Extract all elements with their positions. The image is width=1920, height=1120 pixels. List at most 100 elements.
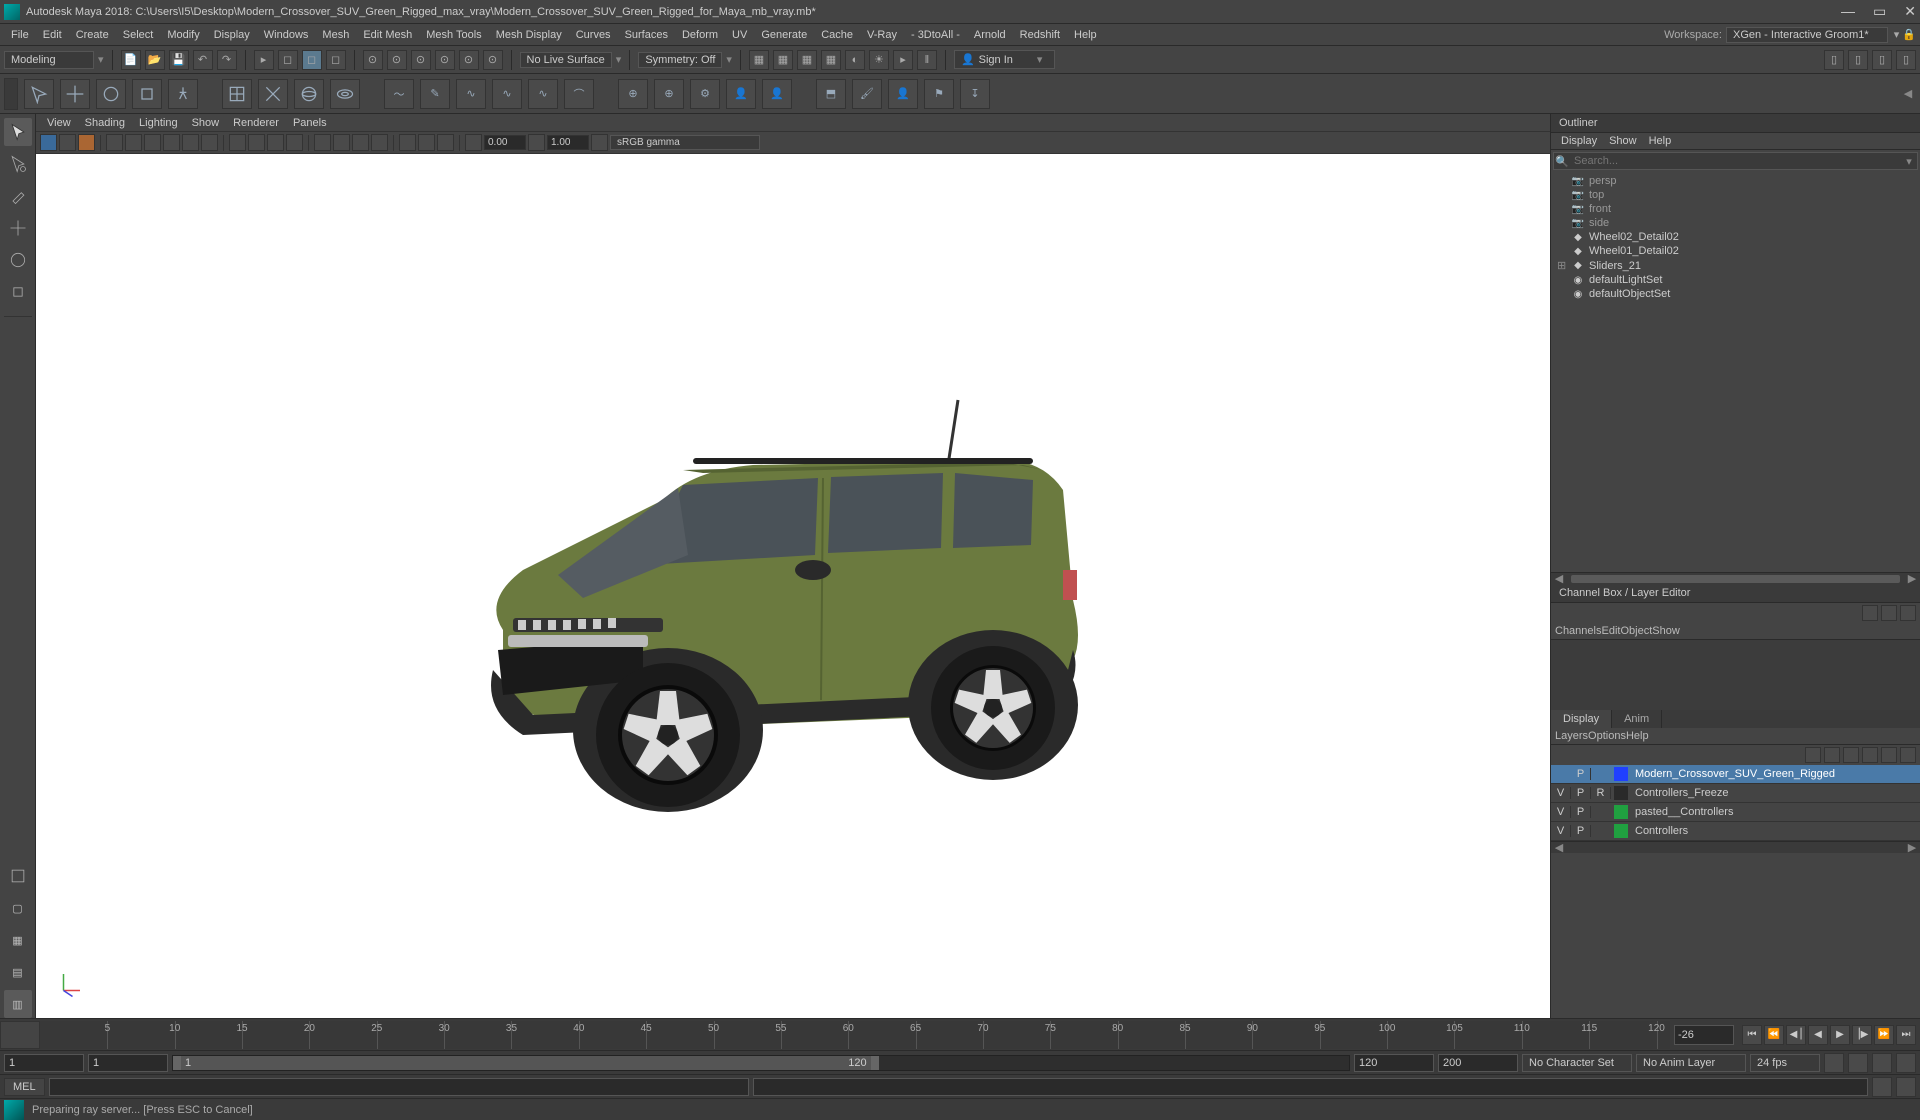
layer-color-swatch[interactable] [1614,805,1628,819]
menu-modify[interactable]: Modify [160,29,206,41]
channelbox-icon-3[interactable] [1900,605,1916,621]
vp-exposure-icon[interactable] [465,134,482,151]
snap-live-button[interactable]: ⊙ [459,50,479,70]
light-editor-button[interactable]: ☀ [869,50,889,70]
lock-icon[interactable]: ▾ 🔒 [1894,28,1916,41]
layer-v-cell[interactable]: V [1551,825,1571,837]
menu--3dtoall-[interactable]: - 3DtoAll - [904,29,967,41]
viewport-3d[interactable] [36,154,1550,1018]
menu-cache[interactable]: Cache [814,29,860,41]
panel-layout-3-button[interactable]: ▯ [1872,50,1892,70]
timeline-track[interactable]: 5101520253035404550556065707580859095100… [40,1021,1670,1049]
layer-color-swatch[interactable] [1614,786,1628,800]
menu-v-ray[interactable]: V-Ray [860,29,904,41]
vp-menu-lighting[interactable]: Lighting [132,117,185,129]
timeline[interactable]: 5101520253035404550556065707580859095100… [0,1018,1920,1050]
layer-move-down-button[interactable] [1824,747,1840,763]
current-frame-field[interactable]: -26 [1674,1025,1734,1045]
layer-p-cell[interactable]: P [1571,825,1591,837]
shelf-rotate-icon[interactable] [96,79,126,109]
menu-edit-mesh[interactable]: Edit Mesh [356,29,419,41]
vp-menu-renderer[interactable]: Renderer [226,117,286,129]
snap-plane-button[interactable]: ⊙ [435,50,455,70]
anim-layer-select[interactable]: No Anim Layer [1636,1054,1746,1072]
play-button[interactable]: ▸ [893,50,913,70]
move-tool[interactable] [4,214,32,242]
menu-create[interactable]: Create [69,29,116,41]
vp-menu-shading[interactable]: Shading [78,117,132,129]
shelf-torus-icon[interactable] [330,79,360,109]
range-thumb[interactable]: 1 120 [173,1056,879,1070]
timeline-grip[interactable] [0,1021,40,1049]
shelf-paint-icon[interactable]: 🖌 [852,79,882,109]
layer-color-swatch[interactable] [1614,824,1628,838]
select-mode-button[interactable]: ▸ [254,50,274,70]
shelf-constraint-icon[interactable]: ⬒ [816,79,846,109]
shelf-sphere-icon[interactable] [294,79,324,109]
vp-gamma-icon[interactable] [528,134,545,151]
vp-bookmark-button[interactable] [59,134,76,151]
lasso-button[interactable]: ◻ [278,50,298,70]
layer-menu-options[interactable]: Options [1588,730,1626,742]
layer-menu-layers[interactable]: Layers [1555,730,1588,742]
paint-select-button[interactable]: ◻ [302,50,322,70]
vp-aa-button[interactable] [371,134,388,151]
vp-gate-mask-button[interactable] [144,134,161,151]
close-button[interactable]: ✕ [1904,3,1916,20]
select-tool-button[interactable]: ◻ [326,50,346,70]
shelf-rig-icon[interactable] [168,79,198,109]
shelf-bezier-icon[interactable]: ∿ [528,79,558,109]
menu-uv[interactable]: UV [725,29,754,41]
pause-button[interactable]: ‖ [917,50,937,70]
layer-list[interactable]: PModern_Crossover_SUV_Green_RiggedVPRCon… [1551,765,1920,841]
paint-select-tool[interactable] [4,182,32,210]
menu-deform[interactable]: Deform [675,29,725,41]
rotate-tool[interactable] [4,246,32,274]
vp-gamma-field[interactable] [547,135,589,150]
open-scene-button[interactable]: 📂 [145,50,165,70]
shelf-lattice-icon[interactable] [222,79,252,109]
menu-help[interactable]: Help [1067,29,1104,41]
channel-menu-show[interactable]: Show [1652,625,1680,637]
channel-menu-edit[interactable]: Edit [1601,625,1620,637]
undo-button[interactable]: ↶ [193,50,213,70]
outliner-hscroll[interactable]: ◀ ▶ [1551,572,1920,584]
vp-motion-blur-button[interactable] [352,134,369,151]
layer-color-swatch[interactable] [1614,767,1628,781]
shelf-arc-icon[interactable]: ⌒ [564,79,594,109]
menu-arnold[interactable]: Arnold [967,29,1013,41]
scroll-left-icon[interactable]: ◀ [1553,573,1565,585]
layer-v-cell[interactable]: V [1551,787,1571,799]
menu-windows[interactable]: Windows [257,29,316,41]
step-forward-key-button[interactable]: ⏩ [1874,1025,1894,1045]
new-scene-button[interactable]: 📄 [121,50,141,70]
shelf-curve-icon[interactable]: 〜 [384,79,414,109]
menu-select[interactable]: Select [116,29,161,41]
outliner-node[interactable]: ◉defaultObjectSet [1551,287,1920,301]
range-start-inner-field[interactable] [88,1054,168,1072]
snap-view-button[interactable]: ⊙ [483,50,503,70]
vp-film-gate-button[interactable] [106,134,123,151]
anim-prefs-button[interactable] [1872,1053,1892,1073]
outliner-menu-help[interactable]: Help [1643,133,1678,149]
shelf-ik-icon[interactable]: ⊕ [654,79,684,109]
tab-anim[interactable]: Anim [1612,710,1662,728]
scroll-thumb[interactable] [1571,575,1900,583]
set-key-button[interactable] [1848,1053,1868,1073]
scroll-right-icon[interactable]: ▶ [1906,573,1918,585]
vp-ao-button[interactable] [333,134,350,151]
outliner-search-input[interactable] [1570,153,1901,169]
vp-menu-panels[interactable]: Panels [286,117,334,129]
menu-mesh-display[interactable]: Mesh Display [489,29,569,41]
goto-start-button[interactable]: ⏮ [1742,1025,1762,1045]
menu-redshift[interactable]: Redshift [1013,29,1067,41]
auto-key-button[interactable] [1824,1053,1844,1073]
shelf-scale-icon[interactable] [132,79,162,109]
live-surface-select[interactable]: No Live Surface [520,52,612,68]
vp-shaded-button[interactable] [248,134,265,151]
render-seq-button[interactable]: ▦ [797,50,817,70]
menu-mesh[interactable]: Mesh [315,29,356,41]
snap-grid-button[interactable]: ⊙ [363,50,383,70]
layer-left-button[interactable] [1843,747,1859,763]
save-scene-button[interactable]: 💾 [169,50,189,70]
